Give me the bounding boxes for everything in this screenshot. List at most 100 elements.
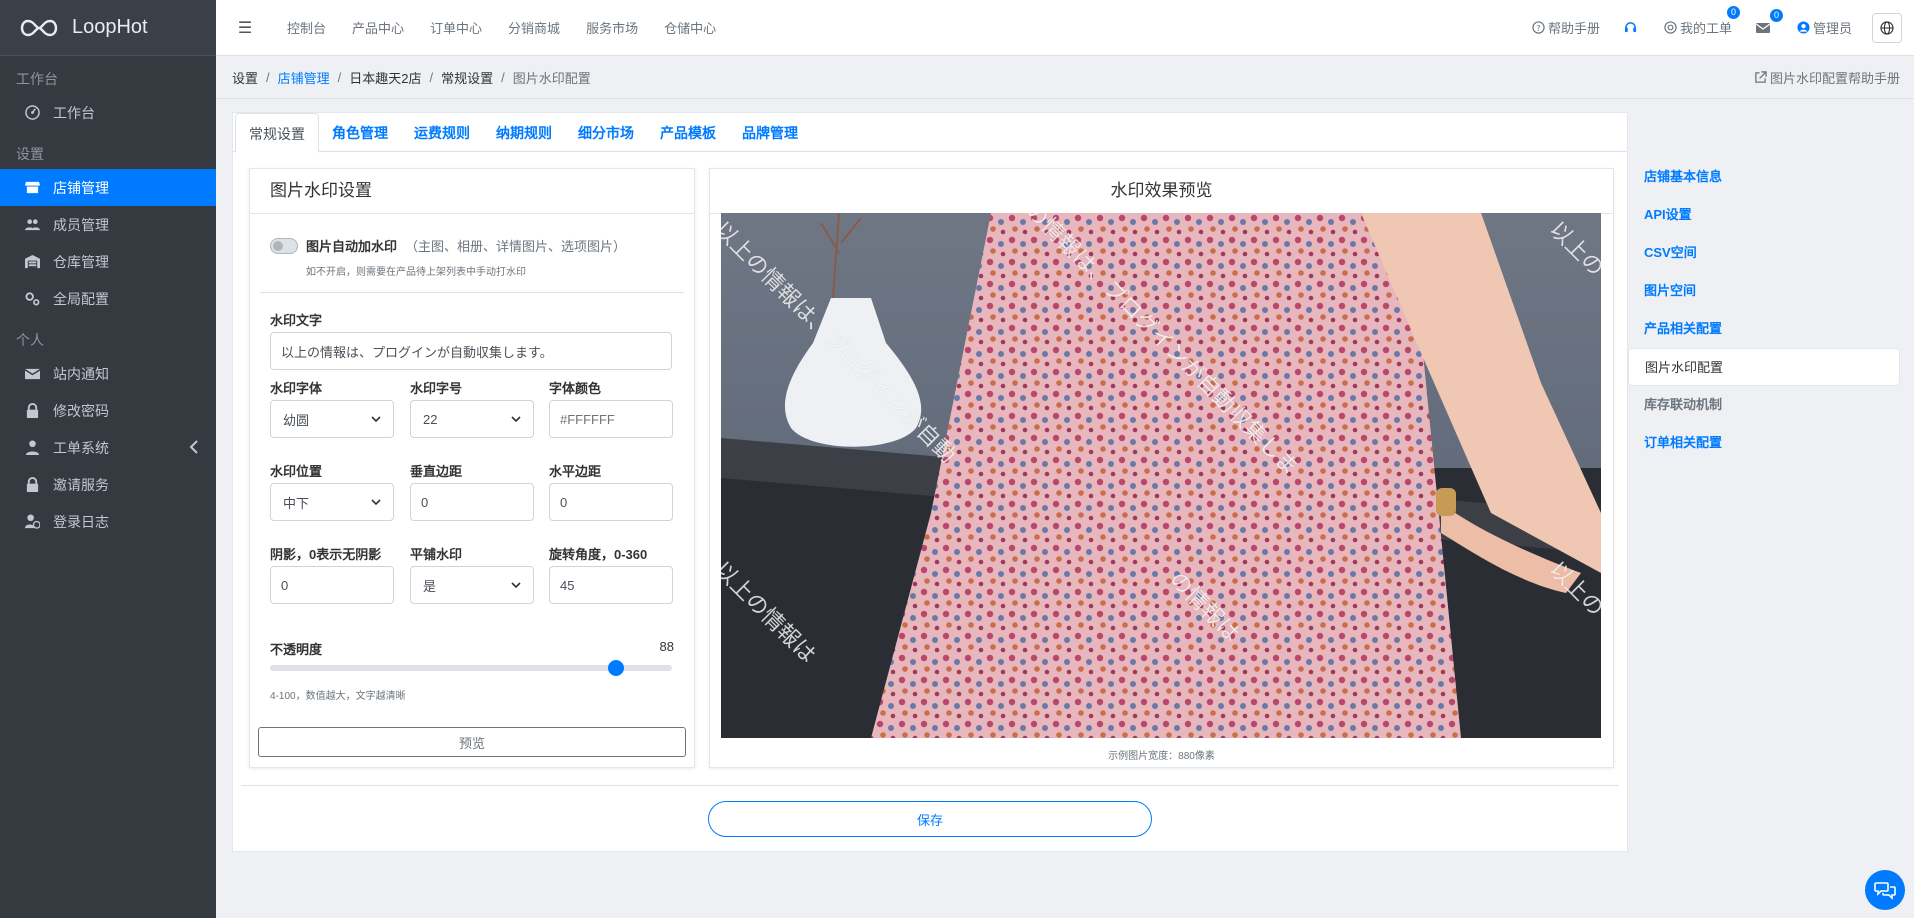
headset-button[interactable]	[1612, 21, 1652, 34]
help-link[interactable]: ? 帮助手册	[1520, 18, 1612, 37]
vertical-margin-input[interactable]: 0	[410, 483, 534, 521]
breadcrumb-current: 图片水印配置	[512, 70, 591, 86]
sidebar-item-warehouse[interactable]: 仓库管理	[0, 243, 216, 280]
watermark-settings-panel: 图片水印设置 图片自动加水印 （主图、相册、详情图片、选项图片） 如不开启，则需…	[249, 168, 695, 768]
breadcrumb-separator: /	[266, 69, 270, 85]
admin-label: 管理员	[1812, 21, 1852, 36]
chevron-down-icon	[511, 416, 521, 423]
sidebar-item-login-log[interactable]: 登录日志	[0, 503, 216, 540]
chevron-down-icon	[371, 416, 381, 423]
sidebar-item-invite[interactable]: 邀请服务	[0, 466, 216, 503]
breadcrumb-separator: /	[429, 69, 434, 85]
user-circle-icon	[1797, 21, 1810, 34]
opacity-slider-handle[interactable]	[607, 660, 624, 676]
sidebar-item-label: 修改密码	[53, 402, 109, 419]
nav-header-settings: 设置	[16, 146, 44, 162]
preview-caption: 示例图片宽度：880像素	[1108, 751, 1215, 762]
sidebar-item-tickets[interactable]: 工单系统	[0, 429, 216, 466]
breadcrumb-store: 日本趣天2店	[349, 70, 422, 86]
nav-api-settings[interactable]: API设置	[1628, 196, 1900, 234]
opacity-slider[interactable]	[270, 660, 672, 676]
tab-product-templates[interactable]: 产品模板	[647, 113, 729, 152]
sidebar-item-label: 登录日志	[53, 513, 109, 530]
sidebar-item-label: 工单系统	[53, 439, 109, 456]
nav-inventory-sync[interactable]: 库存联动机制	[1628, 386, 1900, 424]
shadow-input[interactable]: 0	[270, 566, 394, 604]
nav-csv-space[interactable]: CSV空间	[1628, 234, 1900, 272]
language-button[interactable]	[1872, 12, 1902, 43]
rotation-input[interactable]: 45	[549, 566, 673, 604]
mail-button[interactable]: 0	[1744, 8, 1785, 35]
breadcrumb-store-management[interactable]: 店铺管理	[278, 68, 330, 87]
font-size-select[interactable]: 22	[410, 400, 534, 438]
preview-title: 水印效果预览	[710, 169, 1613, 214]
comments-icon	[1874, 882, 1896, 900]
tab-brands[interactable]: 品牌管理	[729, 113, 811, 152]
brand[interactable]: LoopHot	[0, 0, 216, 56]
envelope-icon	[1755, 22, 1770, 33]
sidebar-item-global-config[interactable]: 全局配置	[0, 280, 216, 317]
watermark-help-label: 图片水印配置帮助手册	[1769, 70, 1900, 86]
users-icon	[24, 216, 41, 233]
my-tickets-link[interactable]: 我的工单 0	[1652, 6, 1744, 37]
watermark-text-input[interactable]: 以上の情報は、プログインが自動収集します。	[270, 332, 672, 370]
rotation-label: 旋转角度，0-360	[549, 547, 648, 562]
preview-button[interactable]: 预览	[258, 727, 686, 757]
auto-watermark-toggle[interactable]	[270, 237, 298, 254]
sidebar-item-label: 站内通知	[53, 365, 109, 382]
chevron-down-icon	[371, 499, 381, 506]
top-nav: 控制台 产品中心 订单中心 分销商城 服务市场 仓储中心	[274, 18, 729, 37]
loop-logo-icon	[20, 19, 58, 36]
life-ring-icon	[1664, 21, 1677, 34]
tab-shipping-rules[interactable]: 运费规则	[401, 113, 483, 152]
topnav-orders[interactable]: 订单中心	[417, 18, 495, 37]
watermark-help-link[interactable]: 图片水印配置帮助手册	[1754, 68, 1900, 87]
topnav-warehouse[interactable]: 仓储中心	[651, 18, 729, 37]
admin-menu[interactable]: 管理员	[1785, 18, 1864, 37]
tab-market-segments[interactable]: 细分市场	[565, 113, 647, 152]
tab-general[interactable]: 常规设置	[235, 113, 319, 153]
sidebar-item-store[interactable]: 店铺管理	[0, 169, 216, 206]
mail-badge: 0	[1769, 8, 1783, 22]
topnav-service-market[interactable]: 服务市场	[573, 18, 651, 37]
sample-photo	[721, 213, 1601, 738]
font-color-label: 字体颜色	[549, 381, 602, 396]
font-color-input[interactable]: #FFFFFF	[549, 400, 673, 438]
topnav-distribution[interactable]: 分销商城	[495, 18, 573, 37]
sidebar-item-label: 工作台	[53, 104, 95, 121]
sidebar-item-notifications[interactable]: 站内通知	[0, 355, 216, 392]
tab-roles[interactable]: 角色管理	[319, 113, 401, 152]
font-select[interactable]: 幼圆	[270, 400, 394, 438]
headset-icon	[1624, 22, 1637, 33]
cogs-icon	[24, 290, 41, 307]
horizontal-margin-label: 水平边距	[549, 464, 602, 479]
auto-watermark-row: 图片自动加水印 （主图、相册、详情图片、选项图片）	[270, 236, 626, 255]
my-tickets-label: 我的工单	[1679, 21, 1732, 36]
position-select[interactable]: 中下	[270, 483, 394, 521]
external-link-icon	[1755, 70, 1767, 83]
topnav-products[interactable]: 产品中心	[339, 18, 417, 37]
font-label: 水印字体	[270, 381, 323, 396]
nav-header-workbench: 工作台	[16, 71, 58, 87]
opacity-label: 不透明度	[270, 642, 323, 657]
chat-support-button[interactable]	[1865, 870, 1905, 910]
horizontal-margin-input[interactable]: 0	[549, 483, 673, 521]
sidebar-item-label: 仓库管理	[53, 253, 109, 270]
auto-watermark-label: 图片自动加水印	[306, 239, 398, 254]
sidebar-item-members[interactable]: 成员管理	[0, 206, 216, 243]
tile-value: 是	[423, 578, 437, 594]
tile-select[interactable]: 是	[410, 566, 534, 604]
sidebar-item-workbench[interactable]: 工作台	[0, 94, 216, 131]
save-button[interactable]: 保存	[708, 801, 1152, 837]
breadcrumb-settings: 设置	[232, 70, 259, 86]
nav-watermark-config[interactable]: 图片水印配置	[1628, 348, 1900, 386]
menu-toggle-icon[interactable]: ☰	[216, 18, 274, 38]
nav-store-basic-info[interactable]: 店铺基本信息	[1628, 158, 1900, 196]
auto-watermark-hint: （主图、相册、详情图片、选项图片）	[405, 239, 627, 254]
tab-delivery-rules[interactable]: 纳期规则	[483, 113, 565, 152]
nav-image-space[interactable]: 图片空间	[1628, 272, 1900, 310]
sidebar-item-change-password[interactable]: 修改密码	[0, 392, 216, 429]
nav-product-config[interactable]: 产品相关配置	[1628, 310, 1900, 348]
topnav-console[interactable]: 控制台	[274, 18, 339, 37]
nav-order-config[interactable]: 订单相关配置	[1628, 424, 1900, 462]
